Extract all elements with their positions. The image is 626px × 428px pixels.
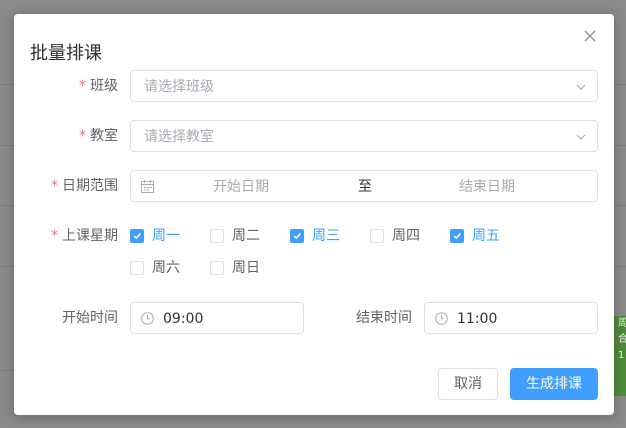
class-select[interactable]: 请选择班级 xyxy=(130,70,598,102)
weekday-label: 周四 xyxy=(392,228,420,244)
weekday-checkbox-thu[interactable]: 周四 xyxy=(370,226,420,246)
room-select[interactable]: 请选择教室 xyxy=(130,120,598,152)
check-icon xyxy=(133,233,142,240)
bg-event-card: 周 合 1 xyxy=(612,316,626,396)
start-time-label: 开始时间 xyxy=(62,310,118,326)
class-select-placeholder: 请选择班级 xyxy=(144,79,214,95)
weekday-label: 周二 xyxy=(232,228,260,244)
required-mark: * xyxy=(79,128,86,144)
dialog-title: 批量排课 xyxy=(30,43,102,64)
batch-schedule-dialog: 批量排课 * 班级 请选择班级 * 教室 请选择教室 * 日期范围 开始日期 至… xyxy=(14,14,614,415)
date-range-picker[interactable]: 开始日期 至 结束日期 xyxy=(130,170,598,202)
chevron-down-icon xyxy=(576,134,586,140)
bg-event-text: 周 xyxy=(618,318,626,329)
weekday-checkbox-tue[interactable]: 周二 xyxy=(210,226,260,246)
clock-icon xyxy=(141,312,154,325)
cancel-button[interactable]: 取消 xyxy=(438,368,498,400)
close-button[interactable] xyxy=(582,28,598,44)
checkbox-box xyxy=(130,229,144,243)
checkbox-box xyxy=(210,261,224,275)
weekday-label: 周日 xyxy=(232,260,260,276)
required-mark: * xyxy=(51,178,58,194)
weekday-label: 周三 xyxy=(312,228,340,244)
clock-icon xyxy=(435,312,448,325)
date-range-label-text: 日期范围 xyxy=(62,178,118,194)
room-label: * 教室 xyxy=(14,126,118,146)
weekday-checkbox-wed[interactable]: 周三 xyxy=(290,226,340,246)
calendar-icon xyxy=(141,180,154,193)
check-icon xyxy=(453,233,462,240)
checkbox-box xyxy=(370,229,384,243)
weekday-label: 周六 xyxy=(152,260,180,276)
date-range-label: * 日期范围 xyxy=(14,176,118,196)
required-mark: * xyxy=(51,228,58,244)
checkbox-box xyxy=(210,229,224,243)
generate-schedule-button[interactable]: 生成排课 xyxy=(510,368,598,400)
weekdays-label-text: 上课星期 xyxy=(62,228,118,244)
room-label-text: 教室 xyxy=(90,128,118,144)
bg-event-text: 合 xyxy=(618,334,626,345)
weekday-label: 周一 xyxy=(152,228,180,244)
date-range-separator: 至 xyxy=(358,179,372,195)
start-date-input[interactable]: 开始日期 xyxy=(213,177,269,197)
start-time-value: 09:00 xyxy=(163,311,204,327)
room-select-placeholder: 请选择教室 xyxy=(144,129,214,145)
weekday-checkbox-sun[interactable]: 周日 xyxy=(210,258,260,278)
end-time-picker[interactable]: 11:00 xyxy=(424,302,598,334)
check-icon xyxy=(293,233,302,240)
class-label-text: 班级 xyxy=(90,78,118,94)
end-date-input[interactable]: 结束日期 xyxy=(459,177,515,197)
start-time-picker[interactable]: 09:00 xyxy=(130,302,304,334)
close-icon xyxy=(584,30,596,42)
bg-event-text: 1 xyxy=(618,350,625,361)
weekday-checkbox-sat[interactable]: 周六 xyxy=(130,258,180,278)
chevron-down-icon xyxy=(576,84,586,90)
end-time-value: 11:00 xyxy=(457,311,498,327)
class-label: * 班级 xyxy=(14,76,118,96)
required-mark: * xyxy=(79,78,86,94)
checkbox-box xyxy=(130,261,144,275)
weekday-checkbox-mon[interactable]: 周一 xyxy=(130,226,180,246)
weekday-checkbox-fri[interactable]: 周五 xyxy=(450,226,500,246)
weekdays-label: * 上课星期 xyxy=(14,226,118,246)
end-time-label: 结束时间 xyxy=(356,310,412,326)
checkbox-box xyxy=(450,229,464,243)
weekday-label: 周五 xyxy=(472,228,500,244)
checkbox-box xyxy=(290,229,304,243)
